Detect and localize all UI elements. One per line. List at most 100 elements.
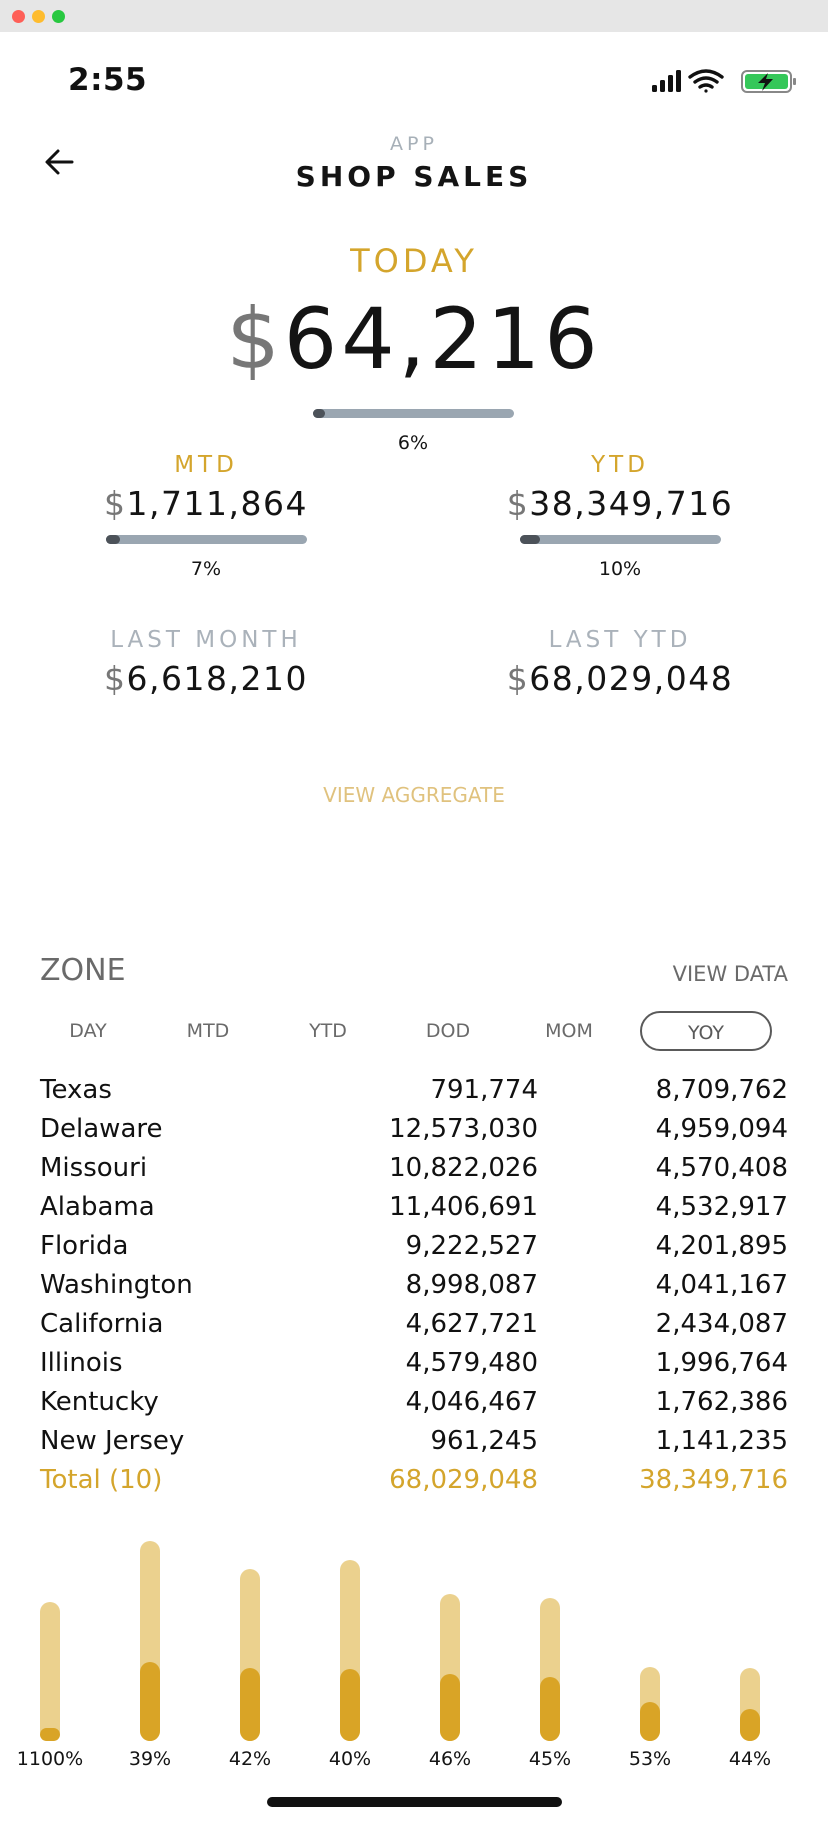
row-value-2: 4,041,167	[655, 1270, 788, 1300]
ytd-label: YTD	[591, 452, 649, 478]
row-value-2: 1,141,235	[655, 1426, 788, 1456]
row-name: Washington	[40, 1270, 193, 1300]
bar-label: 44%	[728, 1748, 772, 1770]
bar-portion	[740, 1709, 760, 1741]
close-window-button[interactable]	[12, 10, 25, 23]
last-ytd-value: $68,029,048	[470, 659, 770, 698]
row-name: Total (10)	[40, 1465, 163, 1495]
tab-day[interactable]: DAY	[40, 1011, 136, 1051]
today-amount: 64,216	[283, 290, 602, 388]
row-value-1: 8,998,087	[405, 1270, 538, 1300]
row-name: New Jersey	[40, 1426, 185, 1456]
row-value-1: 791,774	[430, 1075, 538, 1105]
mtd-value: $1,711,864	[56, 484, 356, 523]
view-data-link[interactable]: VIEW DATA	[620, 962, 788, 986]
table-row: Texas 791,774 8,709,762	[40, 1075, 788, 1113]
tab-yoy[interactable]: YOY	[640, 1011, 772, 1051]
today-label: TODAY	[350, 242, 478, 280]
wifi-icon	[688, 69, 724, 93]
bar-label: 53%	[628, 1748, 672, 1770]
row-value-1: 961,245	[430, 1426, 538, 1456]
maximize-window-button[interactable]	[52, 10, 65, 23]
tab-dod[interactable]: DOD	[400, 1011, 496, 1051]
row-value-2: 4,532,917	[655, 1192, 788, 1222]
row-value-1: 68,029,048	[389, 1465, 538, 1495]
mtd-amount: 1,711,864	[126, 484, 308, 523]
last-month-value: $6,618,210	[56, 659, 356, 698]
row-name: Missouri	[40, 1153, 148, 1183]
tab-ytd[interactable]: YTD	[280, 1011, 376, 1051]
today-progress-fill	[313, 409, 326, 418]
currency-symbol: $	[104, 484, 127, 523]
row-value-2: 8,709,762	[655, 1075, 788, 1105]
row-value-2: 4,201,895	[655, 1231, 788, 1261]
row-name: Delaware	[40, 1114, 163, 1144]
bar-label: 46%	[428, 1748, 472, 1770]
mtd-progress-bar	[106, 535, 307, 544]
ytd-progress-label: 10%	[598, 558, 642, 580]
tab-mom[interactable]: MOM	[521, 1011, 617, 1051]
row-value-1: 9,222,527	[405, 1231, 538, 1261]
app-kicker: APP	[390, 133, 438, 155]
row-value-1: 12,573,030	[389, 1114, 538, 1144]
table-row: Delaware 12,573,030 4,959,094	[40, 1114, 788, 1152]
home-indicator[interactable]	[267, 1797, 562, 1807]
view-aggregate-link[interactable]: VIEW AGGREGATE	[0, 783, 828, 807]
row-value-1: 4,046,467	[405, 1387, 538, 1417]
battery-charging-icon	[741, 70, 796, 93]
currency-symbol: $	[226, 290, 284, 388]
table-row: Alabama 11,406,691 4,532,917	[40, 1192, 788, 1230]
row-name: Texas	[40, 1075, 112, 1105]
last-month-label: LAST MONTH	[110, 627, 302, 653]
status-icons	[652, 69, 796, 93]
bar-portion	[240, 1668, 260, 1741]
bar-total	[40, 1602, 60, 1741]
window-titlebar	[0, 0, 828, 32]
minimize-window-button[interactable]	[32, 10, 45, 23]
row-name: Alabama	[40, 1192, 155, 1222]
zone-title: ZONE	[40, 953, 126, 988]
zone-tabs: DAY MTD YTD DOD MOM YOY	[40, 1011, 790, 1053]
mtd-label: MTD	[174, 452, 238, 478]
bar-label: 40%	[328, 1748, 372, 1770]
row-name: Illinois	[40, 1348, 123, 1378]
table-total-row: Total (10) 68,029,048 38,349,716	[40, 1465, 788, 1503]
table-row: Missouri 10,822,026 4,570,408	[40, 1153, 788, 1191]
ytd-amount: 38,349,716	[529, 484, 734, 523]
today-progress-label: 6%	[397, 432, 429, 454]
row-value-1: 4,627,721	[405, 1309, 538, 1339]
row-value-2: 2,434,087	[655, 1309, 788, 1339]
bar-portion	[440, 1674, 460, 1741]
bar-portion	[40, 1728, 60, 1741]
table-row: Kentucky 4,046,467 1,762,386	[40, 1387, 788, 1425]
bar-portion	[140, 1662, 160, 1741]
tab-mtd[interactable]: MTD	[160, 1011, 256, 1051]
currency-symbol: $	[104, 659, 127, 698]
table-row: New Jersey 961,245 1,141,235	[40, 1426, 788, 1464]
row-name: Kentucky	[40, 1387, 159, 1417]
currency-symbol: $	[506, 659, 530, 698]
ytd-progress-fill	[520, 535, 541, 544]
row-value-2: 1,762,386	[655, 1387, 788, 1417]
table-row: Florida 9,222,527 4,201,895	[40, 1231, 788, 1269]
bar-portion	[640, 1702, 660, 1741]
table-row: California 4,627,721 2,434,087	[40, 1309, 788, 1347]
row-value-1: 11,406,691	[389, 1192, 538, 1222]
ytd-value: $38,349,716	[470, 484, 770, 523]
cellular-signal-icon	[652, 70, 681, 92]
row-value-2: 1,996,764	[655, 1348, 788, 1378]
row-value-1: 4,579,480	[405, 1348, 538, 1378]
currency-symbol: $	[506, 484, 530, 523]
table-row: Washington 8,998,087 4,041,167	[40, 1270, 788, 1308]
row-name: Florida	[40, 1231, 129, 1261]
table-row: Illinois 4,579,480 1,996,764	[40, 1348, 788, 1386]
row-value-2: 4,570,408	[655, 1153, 788, 1183]
row-value-1: 10,822,026	[389, 1153, 538, 1183]
row-value-2: 38,349,716	[639, 1465, 788, 1495]
mtd-progress-label: 7%	[190, 558, 222, 580]
bar-label: 45%	[528, 1748, 572, 1770]
bar-label: 39%	[128, 1748, 172, 1770]
mtd-progress-fill	[106, 535, 121, 544]
bar-portion	[540, 1676, 560, 1741]
today-progress-bar	[313, 409, 514, 418]
